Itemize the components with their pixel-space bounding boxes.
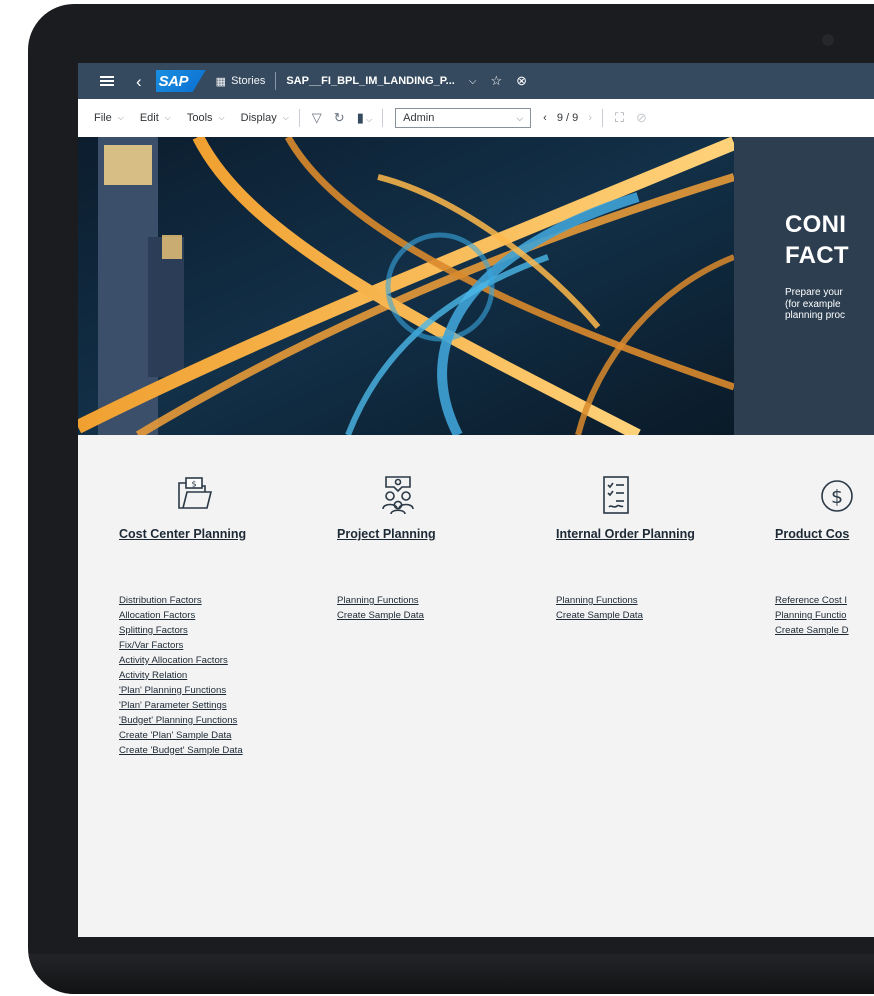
- hero-banner: CONI FACT Prepare your (for example plan…: [78, 137, 874, 435]
- hero-text-panel: CONI FACT Prepare your (for example plan…: [785, 209, 849, 322]
- toolbar-separator: [601, 109, 603, 127]
- tile-link[interactable]: Create Sample Data: [337, 609, 424, 624]
- sap-logo[interactable]: SAP: [155, 70, 206, 92]
- stories-label: Stories: [231, 75, 266, 87]
- tile-link[interactable]: Distribution Factors: [119, 594, 243, 609]
- tile-link[interactable]: Activity Relation: [119, 669, 243, 684]
- story-toolbar: File ⌵ Edit ⌵ Tools ⌵ Display ⌵ ▽ ↻ ▮ ⌵ Admi…: [78, 99, 874, 138]
- model-select[interactable]: Admin ⌵: [395, 108, 532, 128]
- tile-link[interactable]: Activity Allocation Factors: [119, 654, 243, 669]
- bookmark-icon[interactable]: ▮ ⌵: [357, 110, 372, 126]
- checklist-icon: [556, 475, 676, 517]
- chevron-down-icon: ⌵: [516, 112, 524, 123]
- folder-money-icon: $: [119, 475, 269, 517]
- stories-breadcrumb[interactable]: ▦ Stories: [216, 75, 266, 88]
- back-icon[interactable]: ‹: [136, 73, 142, 90]
- refresh-icon[interactable]: ↻: [334, 110, 345, 126]
- tools-menu[interactable]: Tools ⌵: [187, 112, 225, 124]
- chevron-down-icon: ⌵: [117, 113, 124, 122]
- tile-internal-order-planning: Internal Order Planning Planning Functio…: [556, 475, 756, 621]
- filter-icon[interactable]: ▽: [312, 110, 322, 126]
- fullscreen-icon[interactable]: ⛶: [615, 110, 624, 126]
- app-screen: ‹ SAP ▦ Stories SAP__FI_BPL_IM_LANDING_P…: [78, 63, 874, 937]
- hero-city-highway-image: [78, 137, 734, 435]
- star-icon[interactable]: ☆: [490, 73, 502, 89]
- tile-title[interactable]: Product Cos: [775, 527, 849, 541]
- next-page-icon[interactable]: ›: [588, 112, 592, 124]
- chevron-down-icon: ⌵: [164, 113, 171, 122]
- tile-link[interactable]: 'Plan' Planning Functions: [119, 684, 243, 699]
- shell-bar: ‹ SAP ▦ Stories SAP__FI_BPL_IM_LANDING_P…: [78, 63, 874, 99]
- tile-link[interactable]: Splitting Factors: [119, 624, 243, 639]
- tile-title[interactable]: Cost Center Planning: [119, 527, 246, 541]
- toolbar-separator: [382, 109, 384, 127]
- tile-links: Planning Functions Create Sample Data: [337, 594, 424, 624]
- tile-links: Planning Functions Create Sample Data: [556, 594, 643, 624]
- tile-link[interactable]: Fix/Var Factors: [119, 639, 243, 654]
- page-navigator: ‹ 9 / 9 ›: [543, 112, 592, 124]
- tile-product-costing: $ Product Cos Reference Cost I Planning …: [775, 475, 874, 636]
- tile-link[interactable]: Create 'Budget' Sample Data: [119, 744, 243, 759]
- tile-title[interactable]: Project Planning: [337, 527, 436, 541]
- page-indicator: 9 / 9: [556, 112, 579, 124]
- close-circle-icon[interactable]: ⊗: [516, 73, 527, 89]
- webcam: [822, 34, 834, 46]
- prev-page-icon[interactable]: ‹: [543, 112, 547, 124]
- tile-link[interactable]: 'Plan' Parameter Settings: [119, 699, 243, 714]
- tile-cost-center-planning: $ Cost Center Planning Distribution Fact…: [119, 475, 319, 756]
- tile-link[interactable]: Create Sample Data: [556, 609, 643, 624]
- tile-title[interactable]: Internal Order Planning: [556, 527, 695, 541]
- chevron-down-icon: ⌵: [218, 113, 225, 122]
- tile-link[interactable]: Create 'Plan' Sample Data: [119, 729, 243, 744]
- file-menu[interactable]: File ⌵: [94, 112, 124, 124]
- chevron-down-icon[interactable]: ⌵: [469, 76, 477, 87]
- tile-links: Distribution Factors Allocation Factors …: [119, 594, 243, 758]
- tile-links: Reference Cost I Planning Functio Create…: [775, 594, 849, 639]
- disabled-icon: ⊘: [636, 110, 647, 125]
- team-idea-icon: [337, 475, 459, 517]
- menu-icon[interactable]: [100, 74, 114, 88]
- hero-title: CONI FACT: [785, 211, 849, 269]
- tile-link[interactable]: Create Sample D: [775, 624, 849, 639]
- toolbar-separator: [298, 109, 300, 127]
- edit-menu[interactable]: Edit ⌵: [140, 112, 171, 124]
- tile-link[interactable]: Reference Cost I: [775, 594, 849, 609]
- tile-project-planning: Project Planning Planning Functions Crea…: [337, 475, 537, 621]
- tile-link[interactable]: Planning Functions: [337, 594, 424, 609]
- tile-link[interactable]: Planning Functio: [775, 609, 849, 624]
- tile-link[interactable]: Planning Functions: [556, 594, 643, 609]
- story-title[interactable]: SAP__FI_BPL_IM_LANDING_P...: [286, 75, 455, 87]
- svg-text:$: $: [191, 480, 196, 489]
- laptop-frame: ‹ SAP ▦ Stories SAP__FI_BPL_IM_LANDING_P…: [28, 4, 874, 994]
- tile-link[interactable]: Allocation Factors: [119, 609, 243, 624]
- chevron-down-icon: ⌵: [282, 113, 289, 122]
- display-menu[interactable]: Display ⌵: [241, 112, 289, 124]
- dollar-circle-icon: $: [775, 475, 874, 517]
- hero-description: Prepare your (for example planning proc: [785, 287, 846, 321]
- shell-separator: [275, 72, 277, 90]
- stories-icon: ▦: [215, 75, 227, 88]
- svg-text:$: $: [831, 486, 843, 508]
- tile-link[interactable]: 'Budget' Planning Functions: [119, 714, 243, 729]
